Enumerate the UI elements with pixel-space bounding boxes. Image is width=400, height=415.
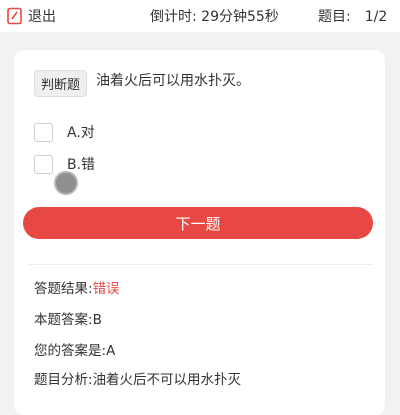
question-analysis: 题目分析:油着火后不可以用水扑灭 — [34, 368, 241, 388]
countdown-timer: 倒计时: 29分钟55秒 — [150, 6, 279, 26]
divider — [28, 264, 373, 265]
exit-icon — [6, 7, 24, 25]
option-a[interactable]: A.对 — [34, 122, 95, 142]
option-b-checkbox[interactable] — [34, 154, 53, 174]
option-a-checkbox[interactable] — [34, 122, 53, 142]
correct-answer: 本题答案:B — [34, 308, 102, 328]
your-answer: 您的答案是:A — [34, 339, 115, 359]
answer-result: 答题结果:错误 — [34, 277, 120, 297]
answer-value: B — [92, 312, 102, 328]
result-label: 答题结果: — [34, 281, 93, 297]
option-b-label: B.错 — [67, 157, 96, 173]
option-a-label: A.对 — [67, 125, 95, 141]
your-answer-value: A — [106, 343, 116, 359]
answer-label: 本题答案: — [34, 312, 93, 328]
your-answer-label: 您的答案是: — [34, 343, 107, 359]
question-type-badge: 判断题 — [34, 70, 88, 97]
exit-button[interactable]: 退出 — [6, 5, 56, 27]
result-value: 错误 — [92, 281, 120, 297]
analysis-value: 油着火后不可以用水扑灭 — [92, 372, 242, 388]
touch-indicator — [54, 171, 78, 195]
timer-label: 倒计时: — [150, 9, 197, 25]
next-question-button[interactable]: 下一题 — [23, 207, 373, 239]
analysis-label: 题目分析: — [34, 372, 93, 388]
question-progress: 题目: 1/2 — [318, 6, 387, 26]
progress-value: 1/2 — [364, 9, 388, 25]
question-card: 判断题 油着火后可以用水扑灭。 A.对 B.错 下一题 答题结果:错误 本题答案… — [14, 50, 385, 415]
exit-label: 退出 — [28, 9, 56, 25]
question-text: 油着火后可以用水扑灭。 — [96, 73, 250, 89]
top-bar: 退出 倒计时: 29分钟55秒 题目: 1/2 — [0, 0, 400, 32]
progress-label: 题目: — [318, 9, 351, 25]
timer-value: 29分钟55秒 — [201, 9, 279, 25]
